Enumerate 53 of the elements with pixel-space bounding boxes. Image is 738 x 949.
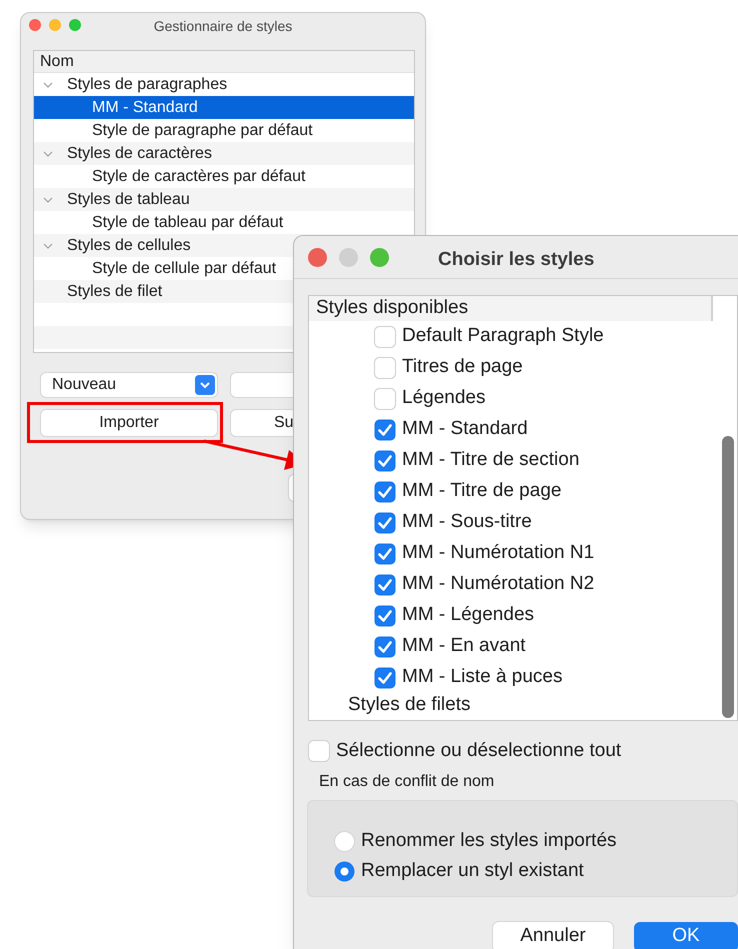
checkbox[interactable]: [374, 326, 396, 348]
checkbox[interactable]: [374, 388, 396, 410]
style-label[interactable]: MM - Sous-titre: [402, 508, 532, 537]
close-icon[interactable]: [29, 19, 41, 31]
style-label[interactable]: MM - Standard: [402, 415, 528, 444]
style-label[interactable]: MM - Numérotation N1: [402, 539, 594, 568]
checkbox[interactable]: [374, 636, 396, 658]
radio-label[interactable]: Remplacer un styl existant: [361, 857, 584, 886]
chevron-down-icon[interactable]: [43, 194, 53, 204]
import-button[interactable]: Importer: [41, 410, 217, 436]
checkbox[interactable]: [374, 542, 396, 564]
style-label[interactable]: Default Paragraph Style: [402, 322, 604, 351]
style-label[interactable]: Légendes: [402, 384, 486, 413]
checkbox[interactable]: [374, 604, 396, 626]
radio-label[interactable]: Renommer les styles importés: [361, 827, 617, 856]
chevron-down-icon: [195, 375, 215, 395]
checkbox[interactable]: [374, 356, 396, 378]
checkbox[interactable]: [374, 480, 396, 502]
close-icon[interactable]: [308, 248, 327, 267]
checkbox[interactable]: [374, 418, 396, 440]
minimize-icon[interactable]: [49, 19, 61, 31]
zoom-icon[interactable]: [370, 248, 389, 267]
radio-button[interactable]: [334, 831, 355, 852]
window-title: Gestionnaire de styles: [154, 16, 292, 36]
checkbox[interactable]: [374, 512, 396, 534]
section-label: En cas de conflit de nom: [319, 772, 496, 792]
checkbox[interactable]: [374, 450, 396, 472]
style-label[interactable]: Titres de page: [402, 353, 523, 382]
checkbox[interactable]: [374, 666, 396, 688]
zoom-icon[interactable]: [69, 19, 81, 31]
dropdown[interactable]: Nouveau: [41, 373, 217, 397]
column-header[interactable]: Nom: [40, 51, 74, 74]
style-label[interactable]: MM - En avant: [402, 632, 526, 661]
window-title: Choisir les styles: [438, 248, 594, 272]
style-label[interactable]: MM - Numérotation N2: [402, 570, 594, 599]
chevron-down-icon[interactable]: [43, 80, 53, 90]
scrollbar-thumb[interactable]: [722, 436, 734, 718]
chevron-down-icon[interactable]: [43, 148, 53, 158]
chevron-down-icon[interactable]: [43, 240, 53, 250]
minimize-icon: [339, 248, 358, 267]
tree-group[interactable]: Styles de paragraphes: [67, 72, 228, 96]
checkbox[interactable]: [374, 574, 396, 596]
category-label[interactable]: Styles de filets: [348, 690, 470, 720]
radio-button[interactable]: [334, 861, 355, 882]
style-label[interactable]: MM - Titre de section: [402, 446, 580, 475]
style-label[interactable]: MM - Titre de page: [402, 477, 562, 506]
style-label[interactable]: MM - Légendes: [402, 601, 534, 630]
select-all-label[interactable]: Sélectionne ou déselectionne tout: [336, 737, 622, 766]
ok-button[interactable]: OK: [634, 922, 738, 949]
style-label[interactable]: MM - Liste à puces: [402, 663, 562, 692]
tree-item[interactable]: MM - Standard: [34, 96, 414, 119]
cancel-button[interactable]: Annuler: [493, 922, 613, 949]
checkbox[interactable]: [308, 740, 330, 762]
